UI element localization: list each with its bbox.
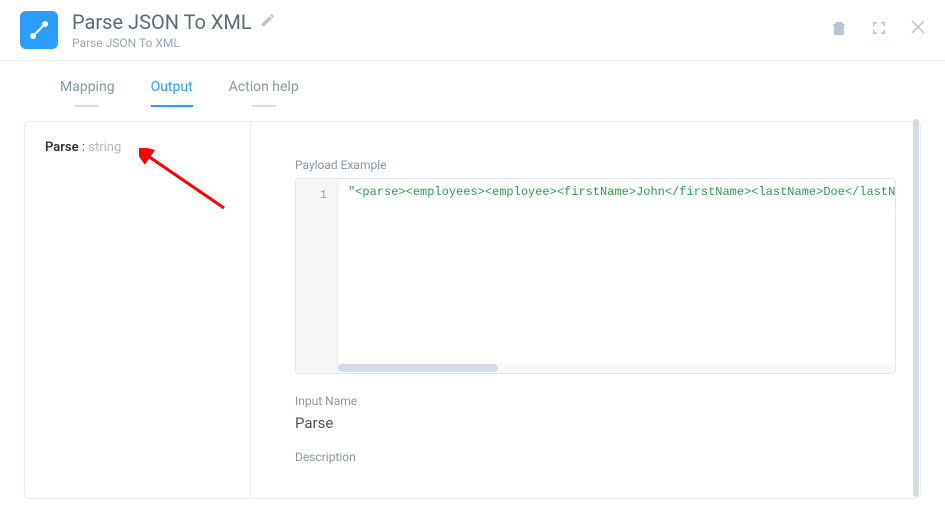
outer-vertical-scrollbar[interactable] <box>913 119 919 497</box>
content: Parse : string Payload Example 1 "<parse… <box>0 107 945 523</box>
left-panel: Parse : string <box>25 122 251 498</box>
expand-icon[interactable] <box>871 20 887 40</box>
close-icon[interactable] <box>911 20 925 40</box>
page-subtitle: Parse JSON To XML <box>72 36 831 50</box>
description-block: Description <box>295 450 896 464</box>
card: Parse : string Payload Example 1 "<parse… <box>24 121 921 499</box>
tab-output-label: Output <box>151 79 193 95</box>
tab-action-help[interactable]: Action help <box>229 79 299 107</box>
parse-field-type: string <box>88 140 121 155</box>
horizontal-scrollbar-thumb[interactable] <box>338 364 498 372</box>
input-name-value: Parse <box>295 414 896 432</box>
description-label: Description <box>295 450 896 464</box>
parse-colon: : <box>79 140 89 155</box>
tab-mapping[interactable]: Mapping <box>60 79 115 107</box>
code-content: "<parse><employees><employee><firstName>… <box>338 179 895 373</box>
trash-icon[interactable] <box>831 20 847 40</box>
action-icon <box>20 11 58 49</box>
input-name-block: Input Name Parse <box>295 394 896 432</box>
tabs: Mapping Output Action help <box>0 61 945 107</box>
header: Parse JSON To XML Parse JSON To XML <box>0 0 945 61</box>
line-number: 1 <box>296 185 337 205</box>
code-gutter: 1 <box>296 179 338 373</box>
horizontal-scrollbar[interactable] <box>338 363 895 373</box>
page-title: Parse JSON To XML <box>72 10 252 34</box>
parse-field-name: Parse <box>45 140 79 155</box>
payload-code-box[interactable]: 1 "<parse><employees><employee><firstNam… <box>295 178 896 374</box>
tab-output[interactable]: Output <box>151 79 193 107</box>
right-panel: Payload Example 1 "<parse><employees><em… <box>251 122 920 498</box>
connector-icon <box>28 19 50 41</box>
parse-field: Parse : string <box>45 140 230 155</box>
title-block: Parse JSON To XML Parse JSON To XML <box>72 10 831 50</box>
tab-action-help-label: Action help <box>229 79 299 95</box>
input-name-label: Input Name <box>295 394 896 408</box>
header-actions <box>831 20 925 40</box>
tab-mapping-label: Mapping <box>60 79 115 95</box>
edit-icon[interactable] <box>260 12 276 32</box>
payload-example-label: Payload Example <box>295 158 896 172</box>
